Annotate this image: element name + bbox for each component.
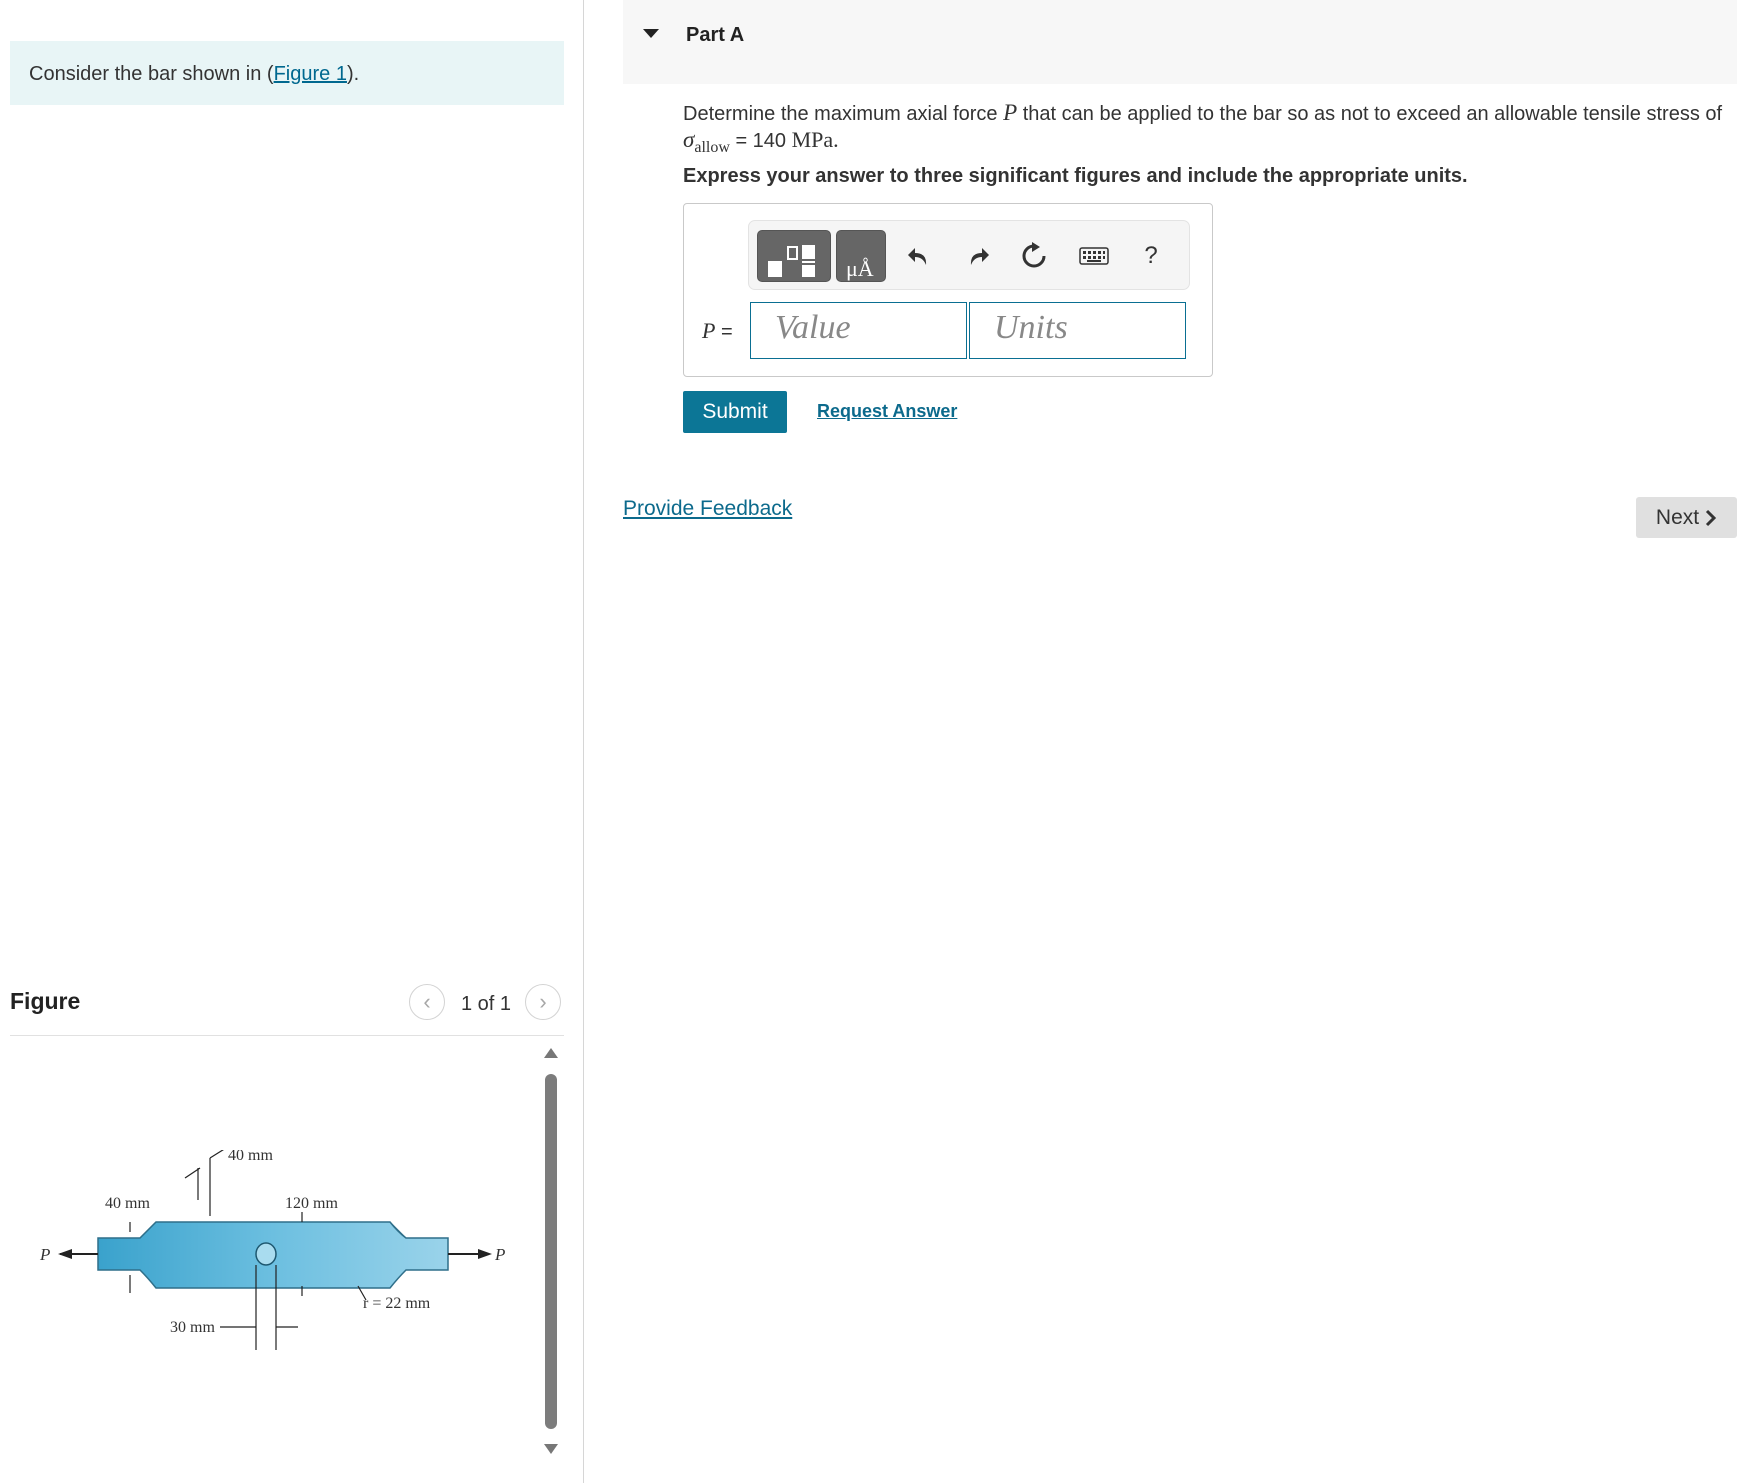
scroll-thumb[interactable] — [545, 1074, 557, 1429]
intro-suffix: ). — [346, 63, 360, 85]
length-label: 120 mm — [285, 1195, 338, 1212]
top-width-label: 40 mm — [228, 1150, 273, 1164]
bar-figure: P P 40 mm 40 mm 120 mm 30 mm r = 22 mm — [39, 1150, 505, 1350]
question-text-before: Determine the maximum axial force — [683, 103, 1004, 125]
answer-label: P = — [702, 318, 733, 344]
help-icon: ? — [1144, 242, 1158, 269]
answer-label-var: P — [702, 318, 716, 343]
templates-button[interactable] — [757, 230, 831, 282]
submit-button[interactable]: Submit — [683, 391, 787, 433]
chevron-right-icon: › — [539, 989, 547, 1014]
units-input[interactable]: Units — [969, 302, 1186, 359]
question-period: . — [833, 127, 839, 152]
answer-label-eq: = — [715, 321, 733, 343]
sigma-subscript: allow — [694, 139, 730, 156]
question-text-middle: that can be applied to the bar so as not… — [1017, 103, 1723, 125]
keyboard-icon — [1079, 247, 1109, 265]
help-button[interactable]: ? — [1136, 241, 1166, 271]
figure-link[interactable]: Figure 1 — [274, 63, 347, 85]
question-text: Determine the maximum axial force P that… — [683, 100, 1723, 156]
next-button-label: Next — [1655, 505, 1700, 529]
reset-icon — [1022, 242, 1046, 268]
value-input[interactable]: Value — [750, 302, 967, 359]
question-equals: = 140 — [729, 130, 792, 152]
undo-icon — [908, 248, 927, 265]
math-toolbar: μÅ ? — [748, 220, 1190, 290]
units-symbols-icon: μÅ — [846, 256, 874, 281]
request-answer-link[interactable]: Request Answer — [817, 401, 957, 422]
bar-hole — [255, 1242, 277, 1266]
provide-feedback-link[interactable]: Provide Feedback — [623, 497, 792, 521]
part-title: Part A — [686, 24, 745, 46]
collapse-caret-icon[interactable] — [643, 29, 659, 38]
force-right-label: P — [494, 1245, 505, 1264]
reset-button[interactable] — [1019, 241, 1049, 271]
scroll-up-arrow-icon[interactable] — [544, 1048, 558, 1058]
left-width-label: 40 mm — [105, 1195, 150, 1212]
answer-instruction: Express your answer to three significant… — [683, 165, 1468, 187]
question-unit: MPa — [791, 127, 834, 152]
intro-prefix: Consider the bar shown in ( — [29, 63, 274, 85]
keyboard-button[interactable] — [1079, 241, 1109, 271]
force-left-label: P — [39, 1245, 50, 1264]
next-button[interactable]: Next — [1636, 497, 1737, 538]
undo-button[interactable] — [904, 241, 934, 271]
left-panel: Consider the bar shown in (Figure 1). Fi… — [0, 0, 584, 1483]
units-glyph: μÅ — [846, 256, 874, 281]
intro-statement: Consider the bar shown in (Figure 1). — [10, 41, 564, 105]
scroll-down-arrow-icon[interactable] — [544, 1444, 558, 1454]
templates-icon — [768, 245, 815, 277]
figure-title: Figure — [10, 988, 81, 1014]
chevron-left-icon: ‹ — [423, 989, 431, 1014]
radius-label: r = 22 mm — [363, 1295, 431, 1312]
next-figure-button[interactable]: › — [525, 984, 561, 1020]
hole-label: 30 mm — [170, 1319, 215, 1336]
figure-scrollbar[interactable] — [536, 1040, 566, 1460]
chevron-right-icon — [1706, 509, 1717, 526]
part-a-header[interactable]: Part A — [623, 0, 1737, 84]
units-symbols-button[interactable]: μÅ — [836, 230, 886, 282]
previous-figure-button[interactable]: ‹ — [409, 984, 445, 1020]
sigma-symbol: σ — [683, 127, 695, 152]
figure-pager-count: 1 of 1 — [461, 993, 512, 1015]
question-var-p: P — [1003, 100, 1018, 125]
redo-icon — [970, 248, 989, 265]
redo-button[interactable] — [963, 241, 993, 271]
figure-header: Figure ‹ 1 of 1 › — [10, 980, 564, 1036]
answer-box: μÅ ? P = Value Units — [683, 203, 1213, 377]
